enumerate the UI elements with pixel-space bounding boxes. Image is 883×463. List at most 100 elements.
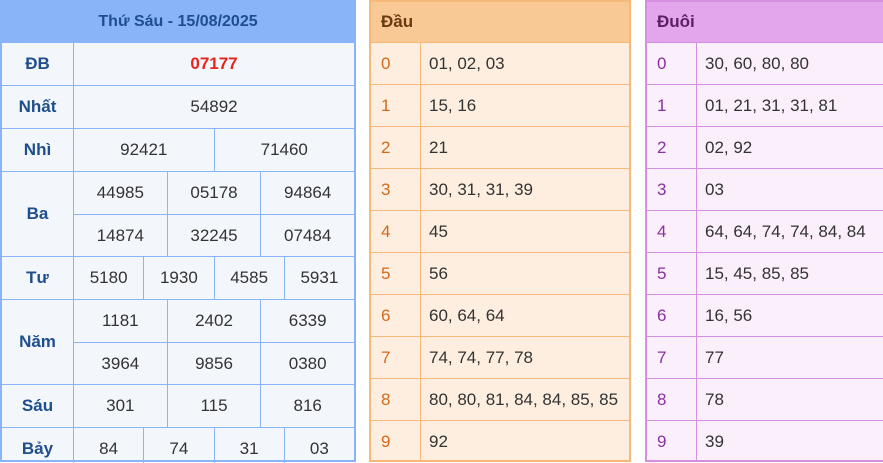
duoi-row: 9 39	[647, 420, 883, 462]
duoi-values: 03	[705, 179, 724, 199]
dau-digit: 4	[371, 211, 421, 252]
prize-numbers: 54892	[74, 86, 354, 128]
prize-label: Nhì	[2, 129, 74, 171]
dau-rows: 0 01, 02, 03 1 15, 16 2 21 3 30, 31, 31, 39 4 45 5…	[371, 42, 629, 462]
duoi-row: 8 78	[647, 378, 883, 420]
duoi-digit: 9	[647, 421, 697, 462]
dau-values: 92	[429, 431, 448, 451]
prize-number: 816	[260, 385, 354, 427]
prize-number: 32245	[166, 215, 261, 256]
prize-number: 05178	[166, 172, 261, 214]
prize-numbers: 07177	[74, 43, 354, 85]
results-table: Thứ Sáu - 15/08/2025 ĐB 07177 Nhất 54892 Nhì…	[0, 0, 356, 463]
prize-numbers: 44985 05178 94864 14874 32245 07484	[74, 172, 354, 256]
prize-row: Bảy 84 74 31 03	[2, 427, 354, 463]
prize-number: 115	[166, 385, 261, 427]
duoi-header-blank	[697, 2, 883, 42]
prize-number: 5180	[89, 268, 128, 287]
prize-number: 07484	[260, 215, 354, 256]
duoi-digit: 7	[647, 337, 697, 378]
duoi-row: 1 01, 21, 31, 31, 81	[647, 84, 883, 126]
duoi-header-row: Đuôi	[647, 2, 883, 42]
prize-label: Tư	[2, 257, 74, 299]
duoi-digit: 2	[647, 127, 697, 168]
prize-numbers: 92421 71460	[74, 129, 354, 171]
dau-digit: 5	[371, 253, 421, 294]
dau-values: 80, 80, 81, 84, 84, 85, 85	[429, 389, 619, 409]
number-row: 84 74 31 03	[74, 428, 354, 463]
dau-digit: 3	[371, 169, 421, 210]
prize-number: 84	[99, 439, 119, 458]
dau-values: 21	[429, 137, 448, 157]
duoi-digit: 5	[647, 253, 697, 294]
prize-number: 44985	[96, 183, 144, 202]
duoi-header: Đuôi	[657, 12, 695, 31]
prize-label: Ba	[2, 172, 74, 256]
duoi-values: 16, 56	[705, 305, 753, 325]
prize-row: Tư 5180 1930 4585 5931	[2, 256, 354, 299]
duoi-digit: 8	[647, 379, 697, 420]
dau-row: 3 30, 31, 31, 39	[371, 168, 629, 210]
prize-label: ĐB	[2, 43, 74, 85]
number-row: 92421 71460	[74, 129, 354, 171]
prize-number: 92421	[120, 140, 168, 159]
results-title: Thứ Sáu - 15/08/2025	[2, 2, 354, 42]
dau-values: 60, 64, 64	[429, 305, 505, 325]
duoi-values: 78	[705, 389, 724, 409]
dau-digit: 7	[371, 337, 421, 378]
dau-row: 4 45	[371, 210, 629, 252]
dau-row: 2 21	[371, 126, 629, 168]
prize-row: Nhất 54892	[2, 85, 354, 128]
prize-number: 54892	[190, 97, 238, 116]
prize-numbers: 1181 2402 6339 3964 9856 0380	[74, 300, 354, 384]
duoi-row: 6 16, 56	[647, 294, 883, 336]
duoi-values: 02, 92	[705, 137, 753, 157]
dau-row: 1 15, 16	[371, 84, 629, 126]
duoi-rows: 0 30, 60, 80, 80 1 01, 21, 31, 31, 81 2 02, 9…	[647, 42, 883, 462]
duoi-digit: 3	[647, 169, 697, 210]
number-row: 14874 32245 07484	[74, 214, 354, 256]
prize-list: ĐB 07177 Nhất 54892 Nhì 92421 71460 Ba 44985 0517…	[2, 42, 354, 463]
duoi-values: 39	[705, 431, 724, 451]
prize-row: Sáu 301 115 816	[2, 384, 354, 427]
dau-row: 7 74, 74, 77, 78	[371, 336, 629, 378]
prize-number: 5931	[283, 257, 354, 299]
prize-number: 03	[283, 428, 354, 463]
duoi-digit: 0	[647, 43, 697, 84]
prize-row: Ba 44985 05178 94864 14874 32245 07484	[2, 171, 354, 256]
dau-header-row: Đầu	[371, 2, 629, 42]
duoi-row: 5 15, 45, 85, 85	[647, 252, 883, 294]
duoi-values: 77	[705, 347, 724, 367]
duoi-row: 2 02, 92	[647, 126, 883, 168]
prize-numbers: 301 115 816	[74, 385, 354, 427]
number-row: 3964 9856 0380	[74, 342, 354, 384]
duoi-digit: 4	[647, 211, 697, 252]
number-row: 07177	[74, 43, 354, 85]
number-row: 54892	[74, 86, 354, 128]
duoi-values: 30, 60, 80, 80	[705, 53, 809, 73]
prize-number: 3964	[101, 353, 140, 373]
number-row: 44985 05178 94864	[74, 172, 354, 214]
prize-number: 1930	[143, 257, 213, 299]
dau-header: Đầu	[381, 12, 414, 31]
prize-number: 14874	[96, 225, 144, 245]
duoi-values: 64, 64, 74, 74, 84, 84	[705, 221, 866, 241]
dau-digit: 6	[371, 295, 421, 336]
dau-digit: 2	[371, 127, 421, 168]
dau-header-blank	[421, 2, 629, 42]
prize-number: 6339	[260, 300, 354, 342]
duoi-row: 0 30, 60, 80, 80	[647, 42, 883, 84]
duoi-row: 3 03	[647, 168, 883, 210]
prize-label: Bảy	[2, 428, 74, 463]
special-prize-number: 07177	[190, 54, 238, 73]
prize-row: Nhì 92421 71460	[2, 128, 354, 171]
duoi-row: 7 77	[647, 336, 883, 378]
duoi-digit: 1	[647, 85, 697, 126]
prize-numbers: 84 74 31 03	[74, 428, 354, 463]
prize-row: ĐB 07177	[2, 42, 354, 85]
prize-number: 1181	[102, 311, 139, 330]
dau-digit: 1	[371, 85, 421, 126]
duoi-values: 01, 21, 31, 31, 81	[705, 95, 838, 115]
prize-number: 301	[106, 396, 135, 415]
prize-number: 94864	[260, 172, 354, 214]
